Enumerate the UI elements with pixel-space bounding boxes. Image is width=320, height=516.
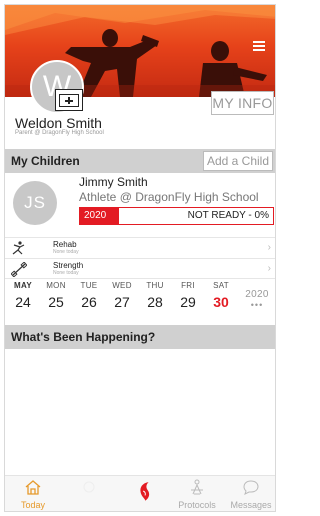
parent-name: Weldon Smith xyxy=(15,115,102,131)
chevron-right-icon: › xyxy=(267,263,271,274)
day-date: 29 xyxy=(180,294,196,310)
tab-label: Protocols xyxy=(178,500,216,510)
day-mon-25[interactable]: MON 25 xyxy=(40,281,72,310)
tab-today[interactable]: Today xyxy=(5,476,61,511)
day-sat-30[interactable]: SAT 30 xyxy=(205,281,237,310)
tab-messages[interactable]: Messages xyxy=(223,476,275,511)
child-avatar: JS xyxy=(13,181,57,225)
day-date: 24 xyxy=(15,294,31,310)
program-subtitle: None today xyxy=(53,249,79,255)
chat-bubble-icon xyxy=(243,480,259,495)
day-name: MON xyxy=(46,281,66,290)
child-card[interactable]: JS Jimmy Smith Athlete @ DragonFly High … xyxy=(5,173,275,235)
day-name: THU xyxy=(146,281,164,290)
day-thu-28[interactable]: THU 28 xyxy=(139,281,171,310)
day-name: MAY xyxy=(14,281,32,290)
day-name: WED xyxy=(112,281,132,290)
app-screen: W MY INFO Weldon Smith Parent @ DragonFl… xyxy=(4,4,276,512)
dumbbell-icon xyxy=(11,262,27,277)
day-may-24[interactable]: MAY 24 xyxy=(7,281,39,310)
child-subtitle: Athlete @ DragonFly High School xyxy=(79,190,259,204)
day-wed-27[interactable]: WED 27 xyxy=(106,281,138,310)
dragonfly-logo-icon xyxy=(140,482,150,501)
hamburger-menu-icon[interactable] xyxy=(253,41,265,51)
tab-dragonfly[interactable] xyxy=(117,476,173,511)
program-row-rehab[interactable]: Rehab None today › xyxy=(5,237,275,258)
day-fri-29[interactable]: FRI 29 xyxy=(172,281,204,310)
whats-happening-title: What's Been Happening? xyxy=(11,330,156,344)
day-name: SAT xyxy=(213,281,229,290)
add-photo-icon[interactable] xyxy=(55,89,83,111)
whats-happening-header: What's Been Happening? xyxy=(5,325,275,349)
calendar-year[interactable]: 2020 ••• xyxy=(241,281,273,310)
day-date: 27 xyxy=(114,294,130,310)
chevron-right-icon: › xyxy=(267,242,271,253)
day-date: 25 xyxy=(48,294,64,310)
bottom-tab-bar: Today Protocols Messages xyxy=(5,475,275,511)
day-date: 28 xyxy=(147,294,163,310)
year-label: 2020 xyxy=(245,289,269,300)
home-icon xyxy=(25,480,41,495)
tab-label: Today xyxy=(20,500,46,510)
my-info-button[interactable]: MY INFO xyxy=(211,91,274,115)
add-child-button[interactable]: Add a Child xyxy=(203,151,273,171)
child-name: Jimmy Smith xyxy=(79,175,148,189)
program-title: Strength xyxy=(53,261,84,270)
rehab-stretch-icon xyxy=(12,241,25,255)
program-title: Rehab xyxy=(53,240,77,249)
day-tue-26[interactable]: TUE 26 xyxy=(73,281,105,310)
my-children-title: My Children xyxy=(11,154,80,168)
tab-protocols[interactable]: Protocols xyxy=(169,476,225,511)
readiness-status: NOT READY - 0% xyxy=(187,210,269,221)
day-date: 26 xyxy=(81,294,97,310)
blank-icon xyxy=(83,481,95,493)
week-calendar: MAY 24 MON 25 TUE 26 WED 27 THU 28 FRI 2… xyxy=(5,281,275,325)
tab-blank[interactable] xyxy=(61,476,117,511)
program-subtitle: None today xyxy=(53,270,79,276)
more-dots-icon[interactable]: ••• xyxy=(241,300,273,310)
readiness-bar: 2020 NOT READY - 0% xyxy=(79,207,274,225)
day-date: 30 xyxy=(213,294,229,310)
protocols-icon xyxy=(191,479,203,495)
readiness-year: 2020 xyxy=(84,210,107,221)
day-name: TUE xyxy=(80,281,98,290)
parent-subtitle: Parent @ DragonFly High School xyxy=(15,130,104,136)
my-children-header: My Children Add a Child xyxy=(5,149,275,173)
day-name: FRI xyxy=(181,281,195,290)
tab-label: Messages xyxy=(230,500,272,510)
program-row-strength[interactable]: Strength None today › xyxy=(5,258,275,279)
